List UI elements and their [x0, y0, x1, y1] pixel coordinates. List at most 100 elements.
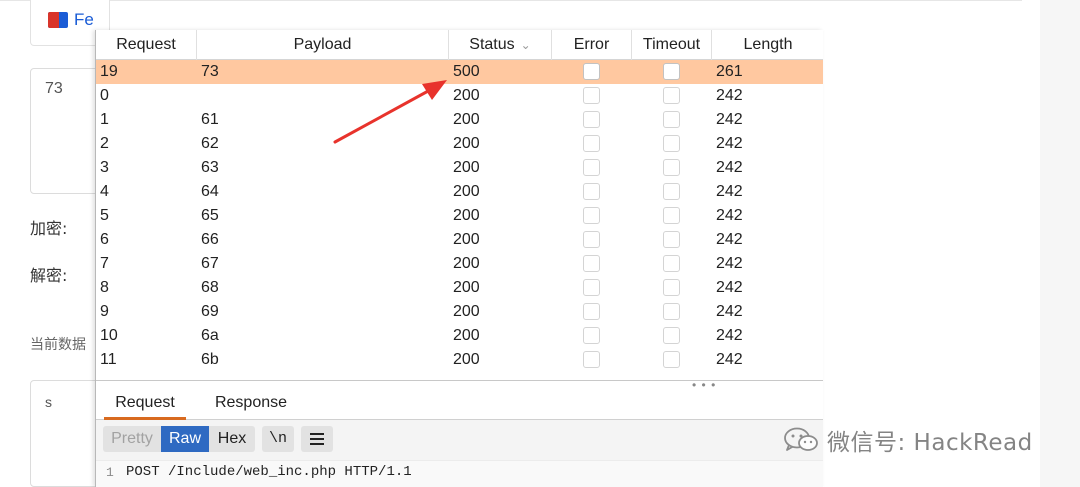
cell-payload: 64: [201, 183, 219, 200]
cell-timeout: [632, 60, 712, 84]
cell-status: 200: [453, 303, 480, 320]
cell-payload: 66: [201, 231, 219, 248]
error-checkbox[interactable]: [583, 135, 600, 152]
error-checkbox[interactable]: [583, 279, 600, 296]
timeout-checkbox[interactable]: [663, 279, 680, 296]
pane-splitter[interactable]: • • •: [96, 379, 823, 391]
cell-length: 242: [716, 111, 743, 128]
cell-payload: 69: [201, 303, 219, 320]
show-newlines-button[interactable]: \n: [262, 426, 294, 452]
cell-timeout: [632, 228, 712, 252]
column-header-timeout[interactable]: Timeout: [632, 30, 712, 60]
cell-payload: 6a: [201, 327, 219, 344]
cell-payload: 67: [201, 255, 219, 272]
tab-response[interactable]: Response: [206, 390, 296, 420]
table-row[interactable]: 7 67 200 242: [96, 252, 823, 276]
timeout-checkbox[interactable]: [663, 207, 680, 224]
cell-request: 9: [100, 303, 109, 320]
cell-timeout: [632, 180, 712, 204]
fe-tab-label: Fe: [74, 10, 94, 29]
timeout-checkbox[interactable]: [663, 351, 680, 368]
timeout-checkbox[interactable]: [663, 231, 680, 248]
timeout-checkbox[interactable]: [663, 63, 680, 80]
watermark-text: 微信号: HackRead: [827, 430, 1033, 456]
cell-length: 242: [716, 303, 743, 320]
cell-error: [552, 252, 632, 276]
table-row[interactable]: 8 68 200 242: [96, 276, 823, 300]
error-checkbox[interactable]: [583, 183, 600, 200]
drag-handle-icon[interactable]: • • •: [692, 379, 716, 391]
tab-request[interactable]: Request: [104, 390, 186, 420]
error-checkbox[interactable]: [583, 303, 600, 320]
error-checkbox[interactable]: [583, 63, 600, 80]
request-line: POST /Include/web_inc.php HTTP/1.1: [126, 464, 412, 480]
hex-button[interactable]: Hex: [209, 426, 255, 452]
results-table-body: 19 73 500 261 0 200 242 1 61 200 242 2 62 200 242 3 63 20…: [96, 60, 823, 380]
timeout-checkbox[interactable]: [663, 87, 680, 104]
cell-error: [552, 276, 632, 300]
error-checkbox[interactable]: [583, 231, 600, 248]
table-row[interactable]: 11 6b 200 242: [96, 348, 823, 372]
column-header-status[interactable]: Status ⌄: [449, 30, 552, 60]
cell-timeout: [632, 300, 712, 324]
error-checkbox[interactable]: [583, 207, 600, 224]
cell-error: [552, 156, 632, 180]
column-header-request[interactable]: Request: [96, 30, 197, 60]
cell-error: [552, 132, 632, 156]
cell-timeout: [632, 156, 712, 180]
cell-length: 242: [716, 327, 743, 344]
table-row[interactable]: 3 63 200 242: [96, 156, 823, 180]
cell-length: 242: [716, 159, 743, 176]
cell-status: 500: [453, 63, 480, 80]
cell-timeout: [632, 84, 712, 108]
cell-length: 242: [716, 207, 743, 224]
current-data-label: 当前数据: [30, 337, 86, 353]
cell-payload: 73: [201, 63, 219, 80]
error-checkbox[interactable]: [583, 159, 600, 176]
table-row[interactable]: 5 65 200 242: [96, 204, 823, 228]
wechat-icon: [784, 427, 818, 451]
timeout-checkbox[interactable]: [663, 303, 680, 320]
error-checkbox[interactable]: [583, 351, 600, 368]
cell-payload: [197, 84, 449, 108]
timeout-checkbox[interactable]: [663, 327, 680, 344]
cell-status: 200: [453, 231, 480, 248]
table-row[interactable]: 1 61 200 242: [96, 108, 823, 132]
timeout-checkbox[interactable]: [663, 255, 680, 272]
timeout-checkbox[interactable]: [663, 135, 680, 152]
timeout-checkbox[interactable]: [663, 111, 680, 128]
error-checkbox[interactable]: [583, 87, 600, 104]
raw-button[interactable]: Raw: [161, 426, 209, 452]
table-row[interactable]: 10 6a 200 242: [96, 324, 823, 348]
error-checkbox[interactable]: [583, 255, 600, 272]
table-row[interactable]: 4 64 200 242: [96, 180, 823, 204]
table-row[interactable]: 2 62 200 242: [96, 132, 823, 156]
cell-request: 3: [100, 159, 109, 176]
cell-error: [552, 204, 632, 228]
error-checkbox[interactable]: [583, 327, 600, 344]
table-row[interactable]: 6 66 200 242: [96, 228, 823, 252]
cell-status: 200: [453, 279, 480, 296]
cell-status: 200: [453, 135, 480, 152]
cell-error: [552, 324, 632, 348]
cell-timeout: [632, 108, 712, 132]
timeout-checkbox[interactable]: [663, 159, 680, 176]
table-row[interactable]: 19 73 500 261: [96, 60, 823, 84]
intruder-results-panel: Request Payload Status ⌄ Error Timeout Le…: [95, 30, 823, 487]
menu-button[interactable]: [301, 426, 333, 452]
cell-length: 242: [716, 87, 743, 104]
cell-timeout: [632, 324, 712, 348]
timeout-checkbox[interactable]: [663, 183, 680, 200]
table-row[interactable]: 0 200 242: [96, 84, 823, 108]
line-number: 1: [106, 465, 114, 480]
request-editor[interactable]: 1 POST /Include/web_inc.php HTTP/1.1: [96, 460, 823, 487]
table-row[interactable]: 9 69 200 242: [96, 300, 823, 324]
column-header-payload[interactable]: Payload: [197, 30, 449, 60]
column-header-length[interactable]: Length: [712, 30, 823, 60]
column-header-error[interactable]: Error: [552, 30, 632, 60]
cell-timeout: [632, 204, 712, 228]
error-checkbox[interactable]: [583, 111, 600, 128]
pretty-button[interactable]: Pretty: [103, 426, 161, 452]
cell-timeout: [632, 276, 712, 300]
page-right-gutter: [1040, 0, 1080, 487]
